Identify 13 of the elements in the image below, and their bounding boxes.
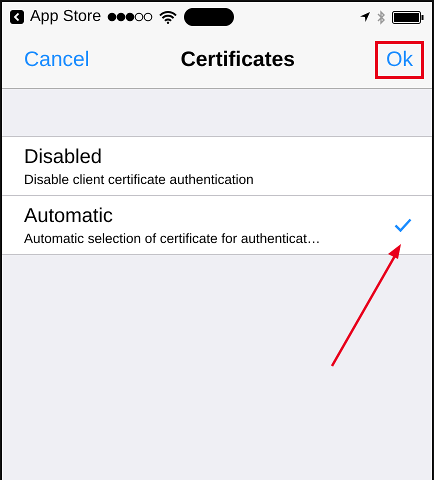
option-description: Automatic selection of certificate for authenticat… [24,230,322,246]
screen-title: Certificates [180,48,295,72]
option-description: Disable client certificate authentication [24,172,255,186]
back-label[interactable]: App Store [30,8,102,26]
location-icon [359,11,371,23]
option-title[interactable]: Disabled [24,146,412,168]
wifi-icon [159,10,178,24]
option-title[interactable]: Automatic [24,204,394,228]
redaction-mark [183,7,236,27]
back-icon[interactable] [10,10,24,24]
bluetooth-icon [377,10,386,24]
battery-icon [392,10,424,24]
signal-icon [107,12,154,22]
